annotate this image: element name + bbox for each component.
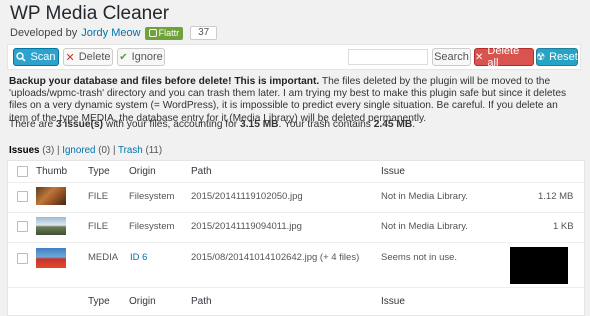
filter-ignored[interactable]: Ignored <box>62 145 95 156</box>
issues-table: Thumb Type Origin Path Issue FILE Filesy… <box>7 160 585 316</box>
developed-by-text: Developed by <box>10 27 78 39</box>
row-path: 2015/08/20141014102642.jpg (+ 4 files) <box>191 252 360 263</box>
summary-prefix: There are <box>9 119 56 130</box>
summary-size: 3.15 MB <box>240 119 279 130</box>
row-checkbox[interactable] <box>17 253 28 264</box>
row-size: 1.12 MB <box>538 191 574 202</box>
column-origin: Origin <box>129 166 156 177</box>
delete-label: Delete <box>78 51 111 63</box>
row-type: FILE <box>88 191 109 202</box>
select-all-checkbox[interactable] <box>17 166 28 177</box>
row-checkbox[interactable] <box>17 191 28 202</box>
ignore-label: Ignore <box>131 51 163 63</box>
reset-label: Reset <box>549 51 578 63</box>
radioactive-icon: ☢ <box>536 51 546 63</box>
filter-issues[interactable]: Issues <box>9 145 40 156</box>
table-row: FILE Filesystem 2015/20141119102050.jpg … <box>8 182 584 213</box>
table-row: MEDIA ID 6 2015/08/20141014102642.jpg (+… <box>8 242 584 288</box>
summary-middle: with your files, accounting for <box>103 119 241 130</box>
flattr-label: Flattr <box>158 28 180 38</box>
table-footer: Type Origin Path Issue <box>8 287 584 315</box>
row-origin: Filesystem <box>129 191 175 202</box>
row-size: 1 KB <box>553 221 574 232</box>
table-header: Thumb Type Origin Path Issue <box>8 161 584 183</box>
filter-trash[interactable]: Trash <box>118 145 143 156</box>
notice-strong: Backup your database and files before de… <box>9 76 320 87</box>
row-origin: Filesystem <box>129 221 175 232</box>
search-icon <box>16 52 27 62</box>
delete-button[interactable]: ✕ Delete <box>63 48 113 66</box>
filter-separator: | <box>56 145 60 156</box>
summary-trash-text: . Your trash contains <box>278 119 374 130</box>
thumbnail-image[interactable] <box>36 217 66 235</box>
backup-notice: Backup your database and files before de… <box>9 76 579 125</box>
ignore-button[interactable]: ✔ Ignore <box>117 48 165 66</box>
black-overlay <box>510 247 568 284</box>
footer-column-path: Path <box>191 296 212 307</box>
flattr-icon <box>148 29 157 37</box>
filter-separator: | <box>112 145 116 156</box>
filter-trash-count: (11) <box>145 145 163 156</box>
author-link[interactable]: Jordy Meow <box>81 27 140 39</box>
table-row: FILE Filesystem 2015/20141119094011.jpg … <box>8 212 584 243</box>
filter-ignored-count: (0) <box>98 145 111 156</box>
summary-suffix: . <box>412 119 416 130</box>
column-path: Path <box>191 166 212 177</box>
flattr-count: 37 <box>190 26 218 40</box>
column-thumb: Thumb <box>36 166 68 177</box>
row-path: 2015/20141119102050.jpg <box>191 191 303 202</box>
row-type: FILE <box>88 221 109 232</box>
thumbnail-image[interactable] <box>36 248 66 268</box>
column-type: Type <box>88 166 110 177</box>
footer-column-origin: Origin <box>129 296 156 307</box>
delete-all-label: Delete all <box>487 45 520 69</box>
scan-label: Scan <box>30 51 56 63</box>
row-checkbox[interactable] <box>17 221 28 232</box>
byline: Developed by Jordy Meow Flattr 37 <box>10 26 218 40</box>
summary-trash-size: 2.45 MB <box>373 119 413 130</box>
delete-all-button[interactable]: ✕ Delete all <box>474 45 534 69</box>
row-path: 2015/20141119094011.jpg <box>191 221 302 232</box>
row-issue: Not in Media Library. <box>381 191 468 202</box>
close-icon: ✕ <box>65 51 75 64</box>
footer-column-type: Type <box>88 296 110 307</box>
filter-issues-count: (3) <box>42 145 55 156</box>
search-button[interactable]: Search <box>432 48 471 66</box>
summary-issues: 3 issue(s) <box>56 119 103 130</box>
flattr-button[interactable]: Flattr <box>144 26 184 40</box>
footer-column-issue: Issue <box>381 296 405 307</box>
check-icon: ✔ <box>119 51 128 63</box>
column-issue: Issue <box>381 166 405 177</box>
thumbnail-image[interactable] <box>36 187 66 205</box>
close-icon: ✕ <box>475 51 484 63</box>
row-issue: Seems not in use. <box>381 252 458 263</box>
reset-button[interactable]: ☢ Reset <box>536 48 578 66</box>
summary-text: There are 3 issue(s) with your files, ac… <box>9 119 415 130</box>
row-origin-link[interactable]: ID 6 <box>130 252 147 263</box>
row-type: MEDIA <box>88 252 119 263</box>
row-issue: Not in Media Library. <box>381 221 468 232</box>
filter-links: Issues (3) | Ignored (0) | Trash (11) <box>9 145 162 156</box>
scan-button[interactable]: Scan <box>13 48 59 66</box>
toolbar: Scan ✕ Delete ✔ Ignore Search ✕ Delete a… <box>7 44 581 70</box>
search-label: Search <box>434 51 469 63</box>
page-title: WP Media Cleaner <box>10 3 170 24</box>
search-input[interactable] <box>348 49 428 65</box>
